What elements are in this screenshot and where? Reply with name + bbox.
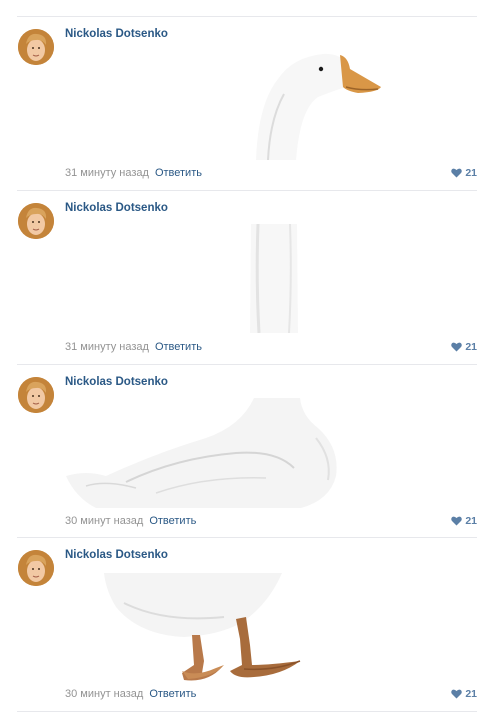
comment-timestamp[interactable]: 30 минут назад xyxy=(65,688,143,700)
avatar[interactable] xyxy=(18,377,54,413)
heart-icon xyxy=(451,689,463,699)
comment-photo[interactable] xyxy=(248,224,300,333)
reply-button[interactable]: Ответить xyxy=(149,515,196,527)
like-count: 21 xyxy=(465,341,477,353)
comment-timestamp[interactable]: 30 минут назад xyxy=(65,515,143,527)
like-button[interactable]: 21 xyxy=(451,515,477,527)
like-button[interactable]: 21 xyxy=(451,167,477,179)
reply-button[interactable]: Ответить xyxy=(149,688,196,700)
like-count: 21 xyxy=(465,167,477,179)
comment-author[interactable]: Nickolas Dotsenko xyxy=(65,202,168,214)
comment-meta: 31 минуту назад Ответить xyxy=(65,167,202,179)
comment-item: Nickolas Dotsenko 30 минут назад Ответить… xyxy=(0,538,497,712)
reply-button[interactable]: Ответить xyxy=(155,167,202,179)
comment-timestamp[interactable]: 31 минуту назад xyxy=(65,341,149,353)
comment-item: Nickolas Dotsenko 30 минут назад Ответить… xyxy=(0,365,497,539)
comment-item: Nickolas Dotsenko 31 минуту назад Ответит… xyxy=(0,191,497,365)
comment-item: Nickolas Dotsenko 31 минуту назад Ответит… xyxy=(0,17,497,191)
avatar[interactable] xyxy=(18,550,54,586)
comment-photo[interactable] xyxy=(104,573,304,683)
like-button[interactable]: 21 xyxy=(451,688,477,700)
comment-photo[interactable] xyxy=(66,398,342,508)
comment-author[interactable]: Nickolas Dotsenko xyxy=(65,549,168,561)
comment-meta: 30 минут назад Ответить xyxy=(65,515,196,527)
avatar[interactable] xyxy=(18,203,54,239)
comment-author[interactable]: Nickolas Dotsenko xyxy=(65,28,168,40)
comment-meta: 31 минуту назад Ответить xyxy=(65,341,202,353)
comment-timestamp[interactable]: 31 минуту назад xyxy=(65,167,149,179)
comment-author[interactable]: Nickolas Dotsenko xyxy=(65,376,168,388)
heart-icon xyxy=(451,342,463,352)
heart-icon xyxy=(451,168,463,178)
comment-photo[interactable] xyxy=(248,49,388,160)
comment-meta: 30 минут назад Ответить xyxy=(65,688,196,700)
avatar[interactable] xyxy=(18,29,54,65)
like-count: 21 xyxy=(465,688,477,700)
like-count: 21 xyxy=(465,515,477,527)
like-button[interactable]: 21 xyxy=(451,341,477,353)
heart-icon xyxy=(451,516,463,526)
reply-button[interactable]: Ответить xyxy=(155,341,202,353)
